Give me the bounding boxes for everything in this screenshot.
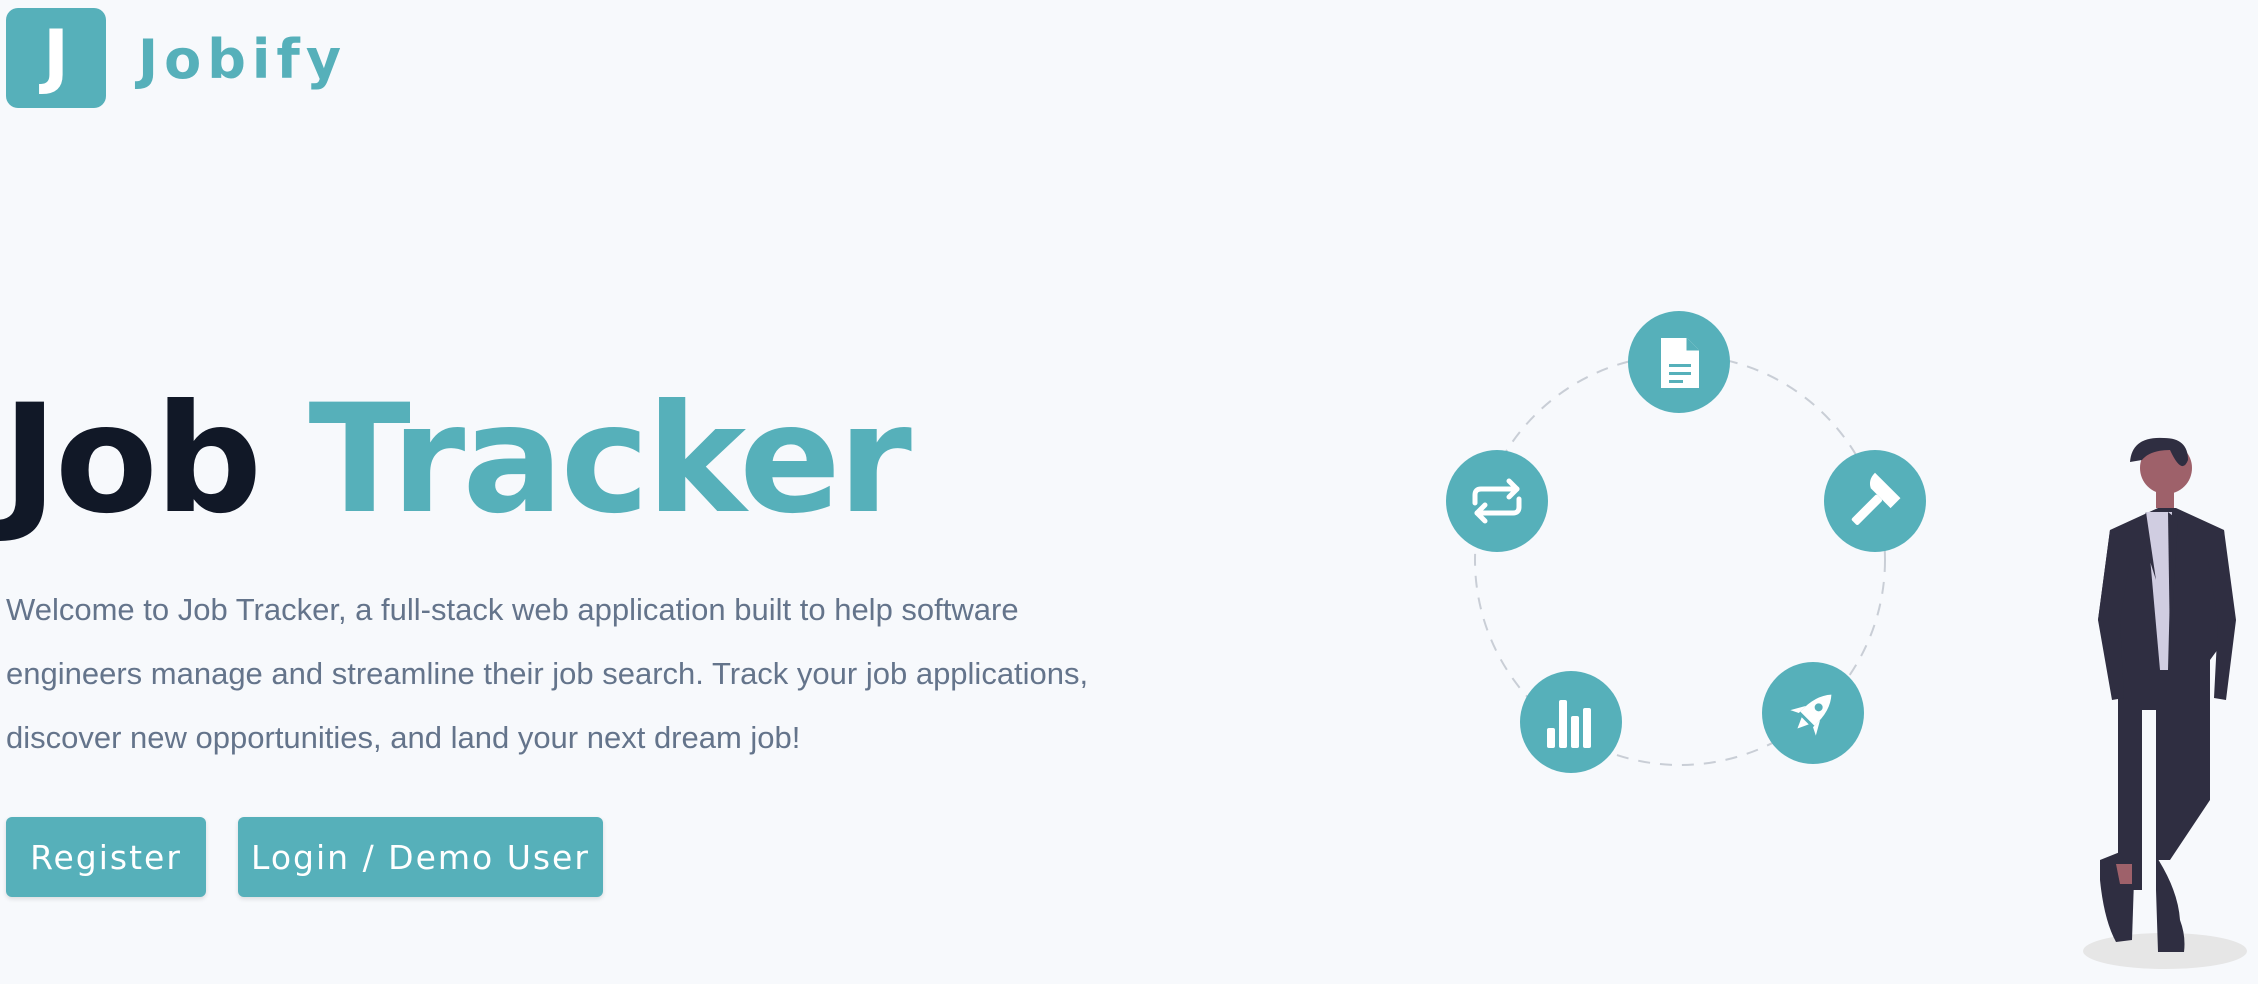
rocket-icon	[1762, 662, 1864, 764]
register-button[interactable]: Register	[6, 817, 206, 897]
title-part-tracker: Tracker	[308, 373, 911, 547]
logo-letter: J	[42, 15, 70, 97]
bar-chart-icon	[1520, 671, 1622, 773]
brand-name: Jobify	[138, 28, 348, 91]
process-illustration	[1446, 311, 1926, 773]
hammer-icon	[1824, 450, 1926, 552]
hero-description: Welcome to Job Tracker, a full-stack web…	[6, 592, 1089, 755]
repeat-icon	[1446, 450, 1548, 552]
login-demo-button[interactable]: Login / Demo User	[238, 817, 603, 897]
landing-page: J Jobify Job Tracker Welcome to Job Trac…	[0, 0, 2258, 984]
logo[interactable]: J	[6, 8, 106, 108]
person-illustration	[2083, 437, 2247, 969]
document-icon	[1628, 311, 1730, 413]
title-part-job: Job	[2, 373, 262, 547]
page-title: Job Tracker	[2, 385, 912, 535]
